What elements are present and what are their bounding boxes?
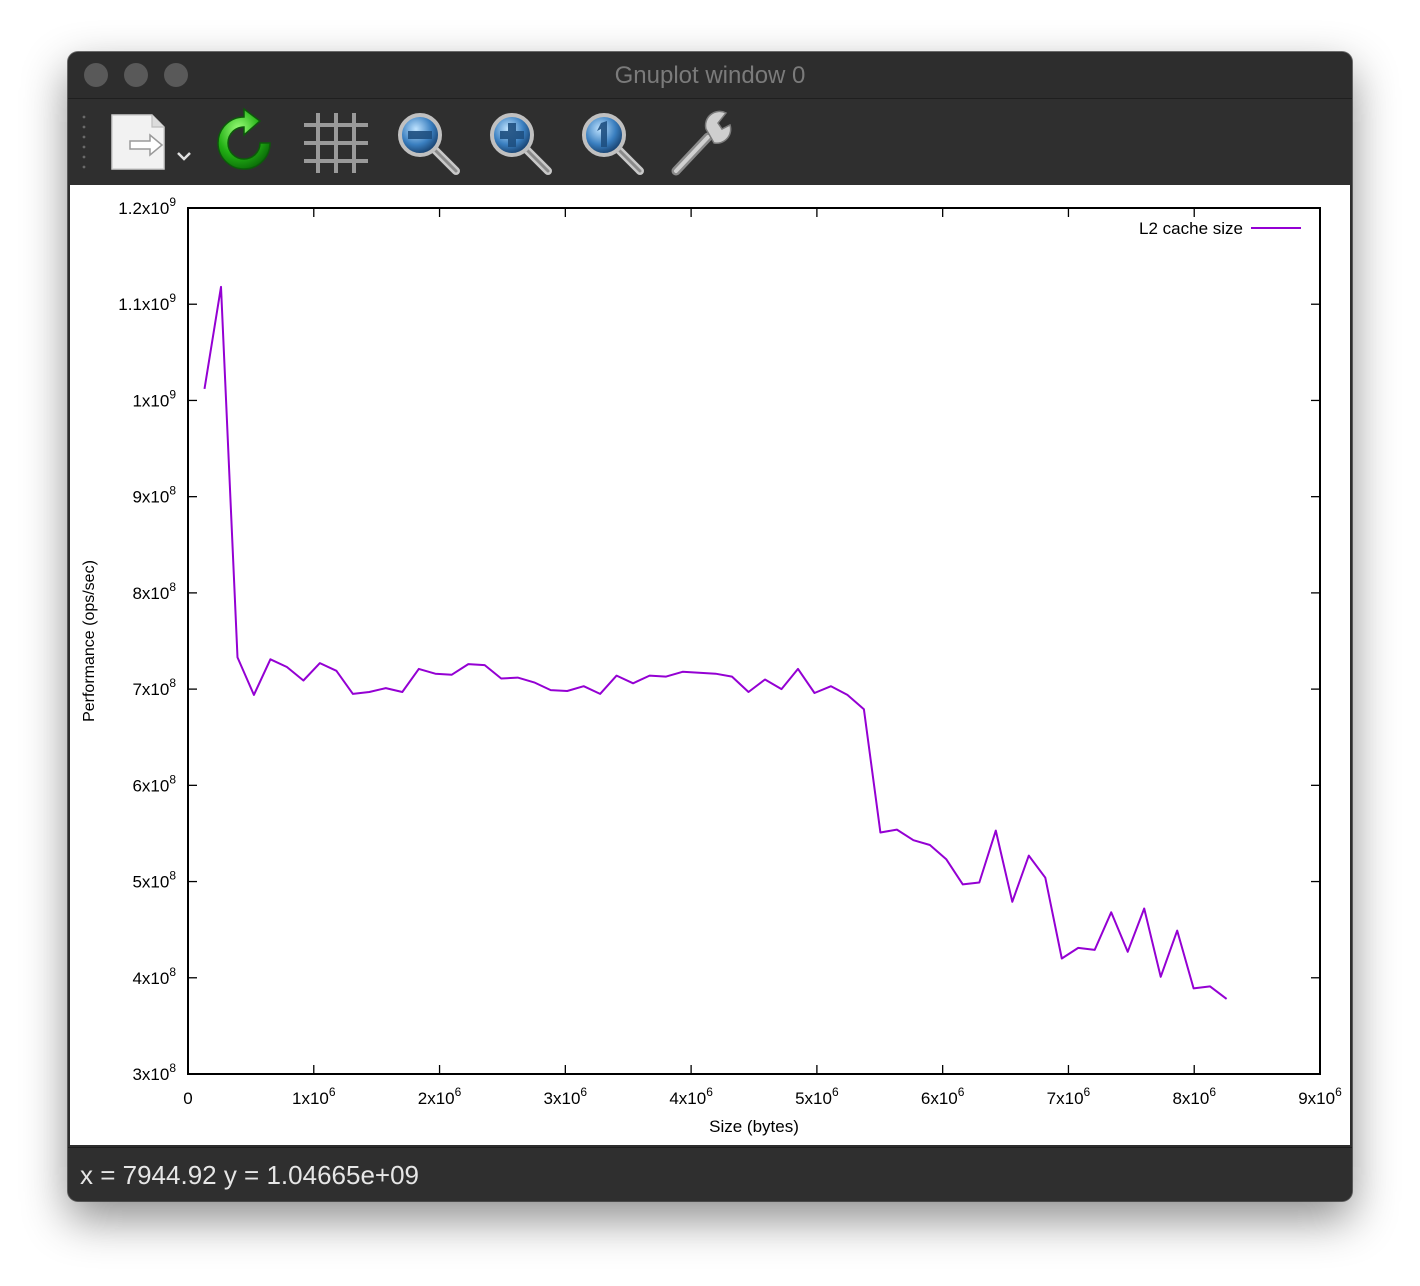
series-group [203, 285, 1228, 1000]
plot-border [187, 207, 1321, 1075]
export-button[interactable] [106, 107, 196, 179]
title-bar[interactable]: Gnuplot window 0 [68, 52, 1352, 98]
export-document-icon [111, 114, 191, 170]
toolbar-grip[interactable] [82, 113, 86, 171]
x-tick-label: 8x106 [1172, 1085, 1216, 1108]
toolbar [68, 98, 1352, 185]
wrench-icon [671, 110, 732, 176]
status-bar: x = 7944.92 y = 1.04665e+09 [68, 1147, 1352, 1201]
grid-button[interactable] [300, 107, 372, 179]
y-tick-label: 6x108 [132, 772, 176, 795]
x-tick-label: 7x106 [1047, 1085, 1091, 1108]
y-tick-label: 4x108 [132, 965, 176, 988]
x-tick-label: 6x106 [921, 1085, 965, 1108]
legend: L2 cache size [1139, 219, 1301, 238]
x-tick-label: 9x106 [1298, 1085, 1342, 1108]
x-tick-label: 5x106 [795, 1085, 839, 1108]
zoom-autoscale-icon [582, 113, 644, 175]
plot-area[interactable]: 0 1x106 2x106 3x106 4x106 5x106 6x106 7x106 8x10… [70, 185, 1350, 1145]
autoscale-button[interactable] [576, 107, 648, 179]
y-tick-label: 9x108 [132, 484, 176, 507]
x-tick-label: 2x106 [418, 1085, 462, 1108]
replot-refresh-icon [217, 107, 271, 170]
series-line-l2-cache-size [203, 285, 1228, 1000]
gnuplot-window: Gnuplot window 0 0 1x106 2x106 3x106 4x1… [68, 52, 1352, 1201]
x-tick-label: 0 [183, 1089, 192, 1108]
y-tick-label: 5x108 [132, 869, 176, 892]
y-axis-label: Performance (ops/sec) [81, 560, 98, 722]
legend-label: L2 cache size [1139, 219, 1243, 238]
zoom-out-icon [398, 113, 460, 175]
cursor-coordinates: x = 7944.92 y = 1.04665e+09 [80, 1160, 420, 1190]
y-tick-label: 7x108 [132, 676, 176, 699]
x-tick-label: 3x106 [544, 1085, 588, 1108]
x-axis: 0 1x106 2x106 3x106 4x106 5x106 6x106 7x106 8x10… [183, 208, 1342, 1108]
y-axis: 3x108 4x108 5x108 6x108 7x108 8x108 9x108 1x109… [118, 195, 1320, 1084]
performance-chart: 0 1x106 2x106 3x106 4x106 5x106 6x106 7x106 8x10… [81, 195, 1342, 1136]
zoom-next-button[interactable] [484, 107, 556, 179]
x-tick-label: 4x106 [669, 1085, 713, 1108]
replot-button[interactable] [208, 107, 280, 179]
zoom-previous-button[interactable] [392, 107, 464, 179]
settings-button[interactable] [668, 107, 740, 179]
window-title: Gnuplot window 0 [614, 62, 806, 89]
y-tick-label: 1.1x109 [118, 291, 176, 314]
y-tick-label: 1.2x109 [118, 195, 176, 218]
y-tick-label: 3x108 [132, 1061, 176, 1084]
x-tick-label: 1x106 [292, 1085, 336, 1108]
x-axis-label: Size (bytes) [709, 1117, 799, 1136]
grid-icon [304, 113, 368, 173]
y-tick-label: 8x108 [132, 580, 176, 603]
zoom-in-icon [490, 113, 552, 175]
y-tick-label: 1x109 [132, 387, 176, 410]
